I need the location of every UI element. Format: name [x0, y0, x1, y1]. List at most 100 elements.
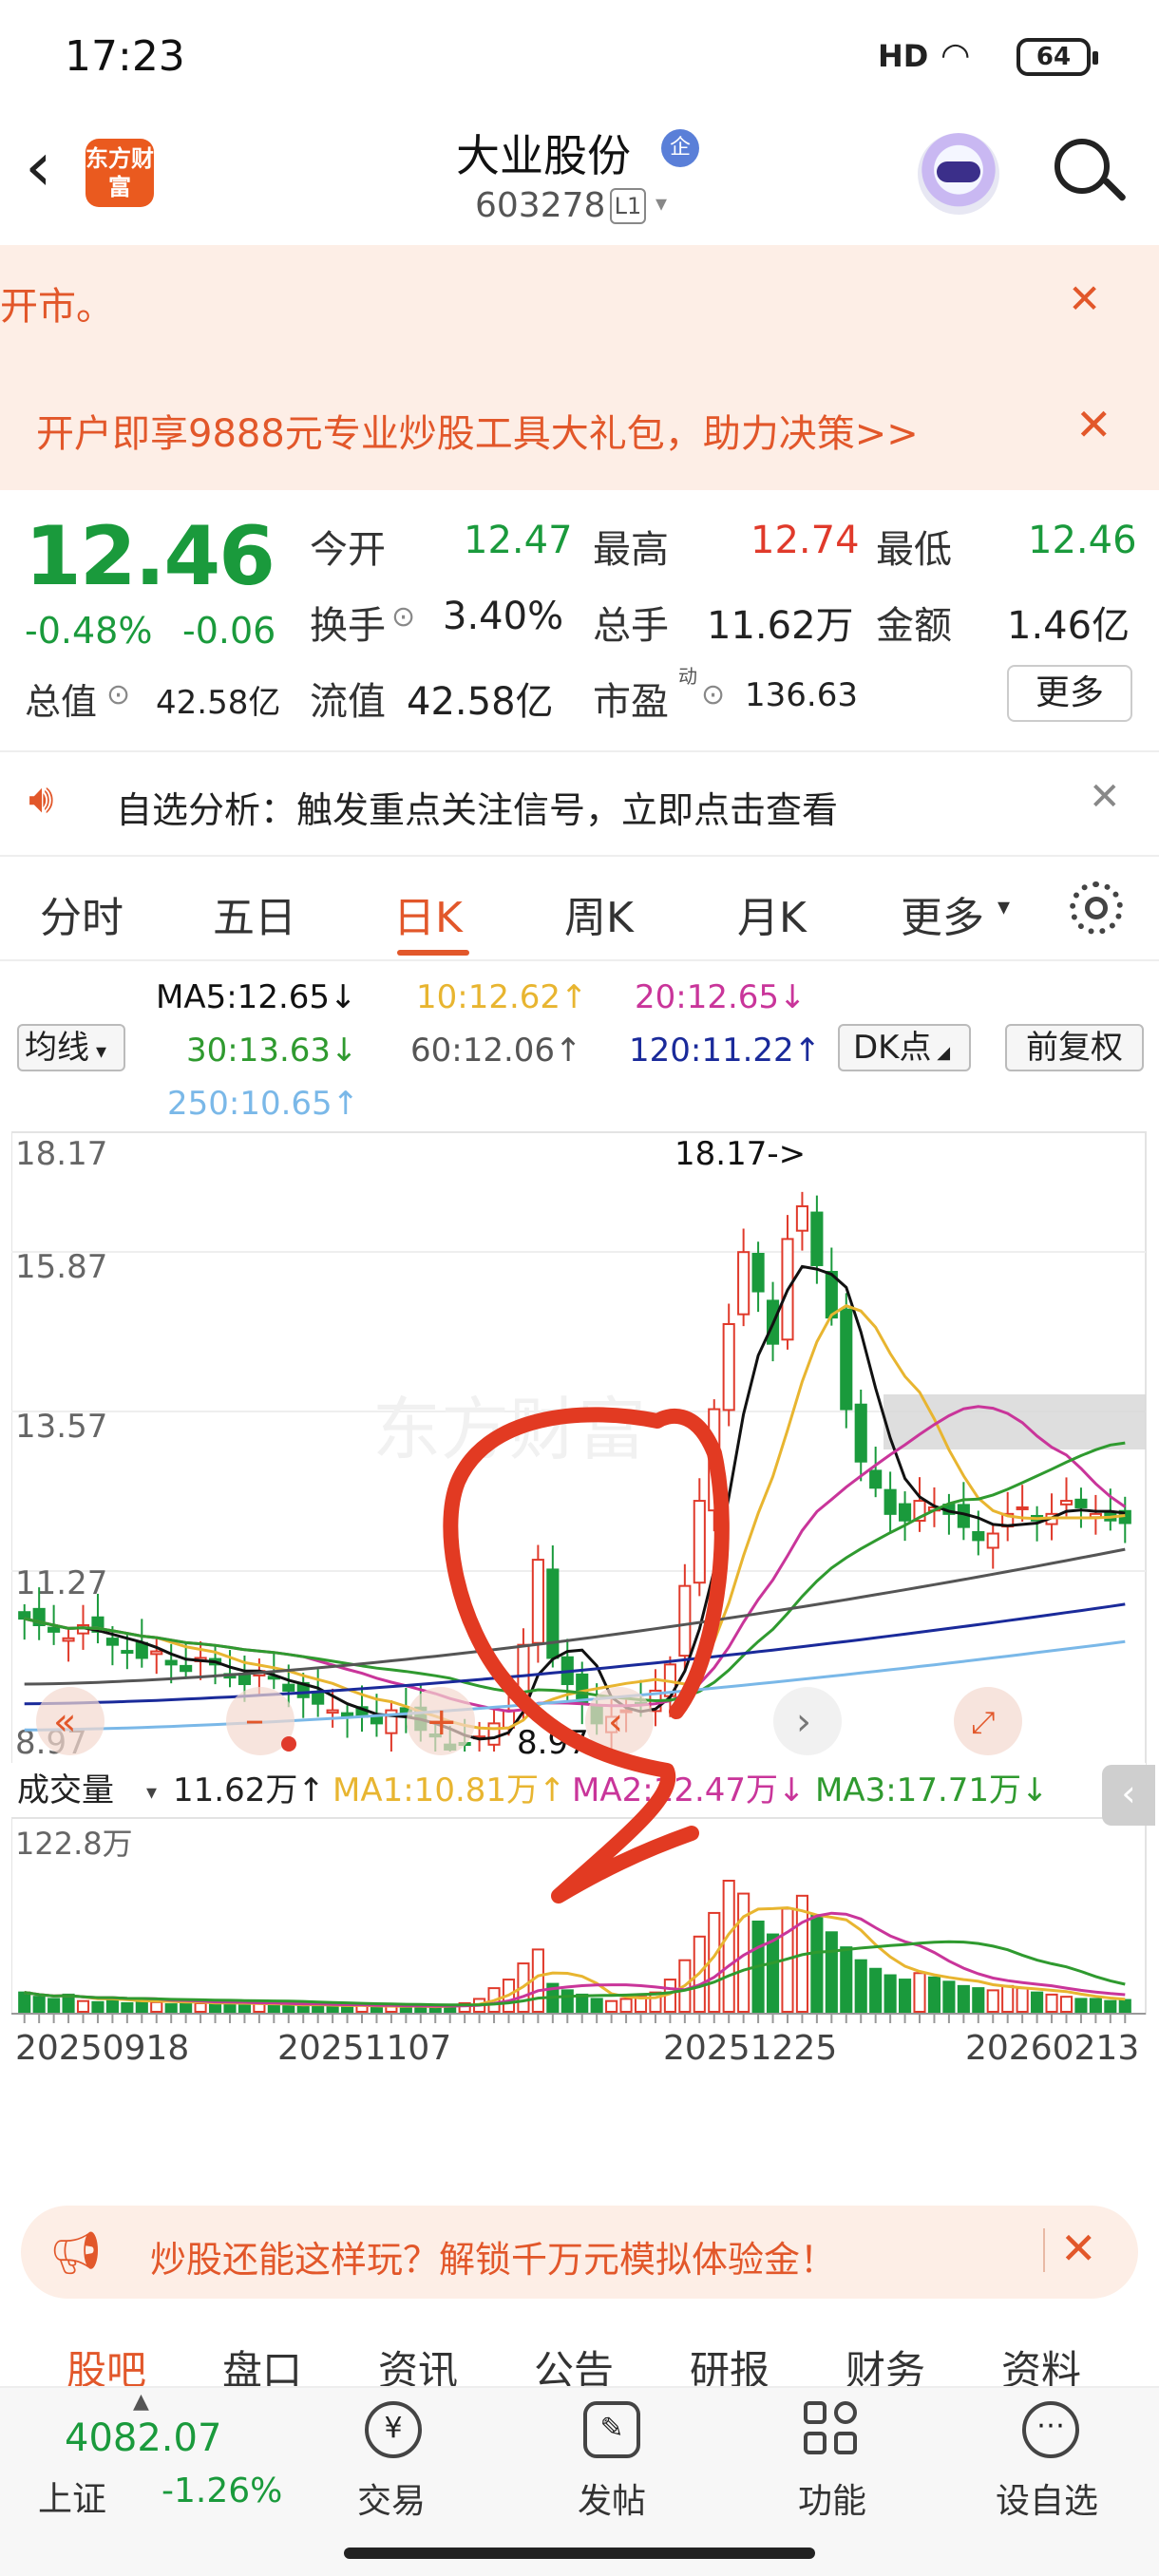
chevron-down-icon: ◢ [931, 1043, 951, 1063]
float-value: 42.58亿 [407, 680, 554, 724]
chevron-right-icon: › [796, 1700, 811, 1744]
tab-weekly-k[interactable]: 周K [564, 883, 634, 944]
ma120-legend: 120:11.22↑ [629, 1032, 822, 1070]
candle-body [693, 1500, 706, 1584]
back-button[interactable]: ‹ [25, 132, 82, 209]
chevron-down-icon[interactable]: ▾ [998, 893, 1010, 921]
tab-daily-k[interactable]: 日K [393, 883, 463, 944]
index-value[interactable]: 4082.07 [65, 2416, 221, 2460]
info-icon[interactable]: ⊙ [106, 678, 130, 711]
close-icon[interactable]: ✕ [1060, 2223, 1097, 2274]
index-change[interactable]: -1.26% [162, 2472, 282, 2510]
ad-text[interactable]: 炒股还能这样玩？解锁千万元模拟体验金！ [150, 2230, 836, 2282]
volume-bar [957, 1984, 970, 2014]
dk-point-select[interactable]: DK点 ◢ [838, 1024, 971, 1071]
volume-bar [208, 2003, 222, 2014]
volume-bar [560, 1989, 574, 2014]
volume-bar [32, 1996, 46, 2014]
close-icon[interactable]: ✕ [1075, 399, 1112, 450]
promo-text[interactable]: 开户即享9888元专业炒股工具大礼包，助力决策>> [36, 403, 919, 458]
y-tick-label: 11.27 [15, 1564, 107, 1602]
candle-body [164, 1659, 178, 1666]
candle-body [1074, 1498, 1088, 1508]
brand-logo[interactable]: 东方财富 [86, 139, 154, 207]
chevron-left-icon: ‹ [608, 1700, 623, 1744]
current-price: 12.46 [25, 509, 276, 604]
volume-bar [766, 1933, 780, 2013]
candle-body [1059, 1500, 1074, 1506]
candle-body [546, 1568, 560, 1659]
more-button[interactable]: 更多 [1007, 665, 1132, 722]
nav-add-watchlist[interactable]: 设自选 [996, 2473, 1098, 2523]
ma30-legend: 30:13.63↓ [186, 1032, 358, 1070]
candle-body [370, 1715, 384, 1725]
volume-panel-frame [11, 1817, 1147, 2015]
ma-select[interactable]: 均线 ▾ [17, 1024, 125, 1071]
level-badge[interactable]: L1 [610, 188, 646, 224]
x-tick-label: 20260213 [965, 2029, 1139, 2068]
tab-monthly-k[interactable]: 月K [737, 883, 807, 944]
mktcap-label: 总值 [25, 681, 98, 723]
candle-body [326, 1709, 339, 1714]
collapse-panel-button[interactable]: ‹ [1102, 1765, 1155, 1826]
x-tick-label: 20250918 [15, 2029, 189, 2068]
volume-bar [370, 2006, 384, 2013]
candle-body [986, 1532, 999, 1549]
turnover-value: 3.40% [443, 595, 564, 638]
tab-five-day[interactable]: 五日 [213, 883, 296, 944]
volume-bar [1001, 1984, 1015, 2014]
analysis-text[interactable]: 自选分析：触发重点关注信号，立即点击查看 [116, 781, 838, 833]
tab-active-indicator [397, 950, 469, 956]
info-icon[interactable]: ⊙ [701, 678, 725, 711]
plus-icon: + [426, 1700, 458, 1744]
nav-post[interactable]: 发帖 [578, 2473, 646, 2523]
grid-icon[interactable] [804, 2401, 861, 2458]
price-adjust-button[interactable]: 前复权 [1005, 1024, 1144, 1071]
edit-icon[interactable]: ✎ [583, 2401, 640, 2458]
chevron-down-icon[interactable]: ▾ [656, 190, 667, 217]
volume-bar [605, 1999, 618, 2014]
close-icon[interactable]: ✕ [1068, 275, 1101, 322]
ma120-line [24, 1602, 1126, 1706]
nav-functions[interactable]: 功能 [798, 2473, 866, 2523]
volume-bar [1089, 1998, 1102, 2013]
candle-body [487, 1722, 501, 1746]
more-dots-icon[interactable]: ⋯ [1022, 2401, 1079, 2458]
nav-trade[interactable]: 交易 [357, 2473, 426, 2523]
pe-label: 市盈 [593, 680, 669, 724]
volume-bar [91, 2000, 104, 2014]
volume-bar [972, 1987, 985, 2013]
speaker-icon: 🔊︎ [28, 775, 54, 822]
volume-bar [854, 1959, 867, 2013]
kline-chart[interactable]: 东方财富 18.17 15.87 13.57 11.27 8.97 18.17-… [11, 1130, 1148, 2175]
candle-body [150, 1650, 163, 1656]
highlight-zone [884, 1394, 1146, 1449]
trade-icon[interactable]: ¥ [365, 2401, 422, 2458]
candles [18, 1191, 1131, 1752]
volume-bar [48, 1998, 61, 2013]
volume-bar [341, 2005, 354, 2013]
volume-bar [1074, 1998, 1088, 2013]
chevron-down-icon: ▾ [146, 1781, 157, 1805]
info-icon[interactable]: ⊙ [391, 600, 415, 634]
change-percent: -0.48% [25, 610, 153, 652]
volume-bar [825, 1931, 838, 2014]
x-tick-label: 20251107 [277, 2029, 451, 2068]
search-icon [1054, 139, 1110, 194]
high-label: 最高 [593, 528, 669, 572]
volume-bar [810, 1914, 824, 2013]
expand-icon: ⤢ [971, 1704, 996, 1740]
volume-current: 11.62万↑ [173, 1771, 325, 1809]
close-icon[interactable]: ✕ [1089, 775, 1121, 819]
index-name[interactable]: 上证 [38, 2472, 106, 2521]
candle-body [737, 1251, 750, 1316]
tab-more[interactable]: 更多 [901, 883, 984, 944]
open-label: 今开 [310, 528, 386, 572]
robot-icon [937, 161, 980, 182]
chevron-up-icon[interactable]: ▲ [133, 2390, 149, 2414]
volume-selector[interactable]: 成交量 [17, 1771, 114, 1809]
volume-bar [840, 1946, 853, 2014]
volume-bar [869, 1967, 883, 2013]
stock-code: 603278 [475, 186, 606, 225]
tab-intraday[interactable]: 分时 [40, 883, 124, 944]
